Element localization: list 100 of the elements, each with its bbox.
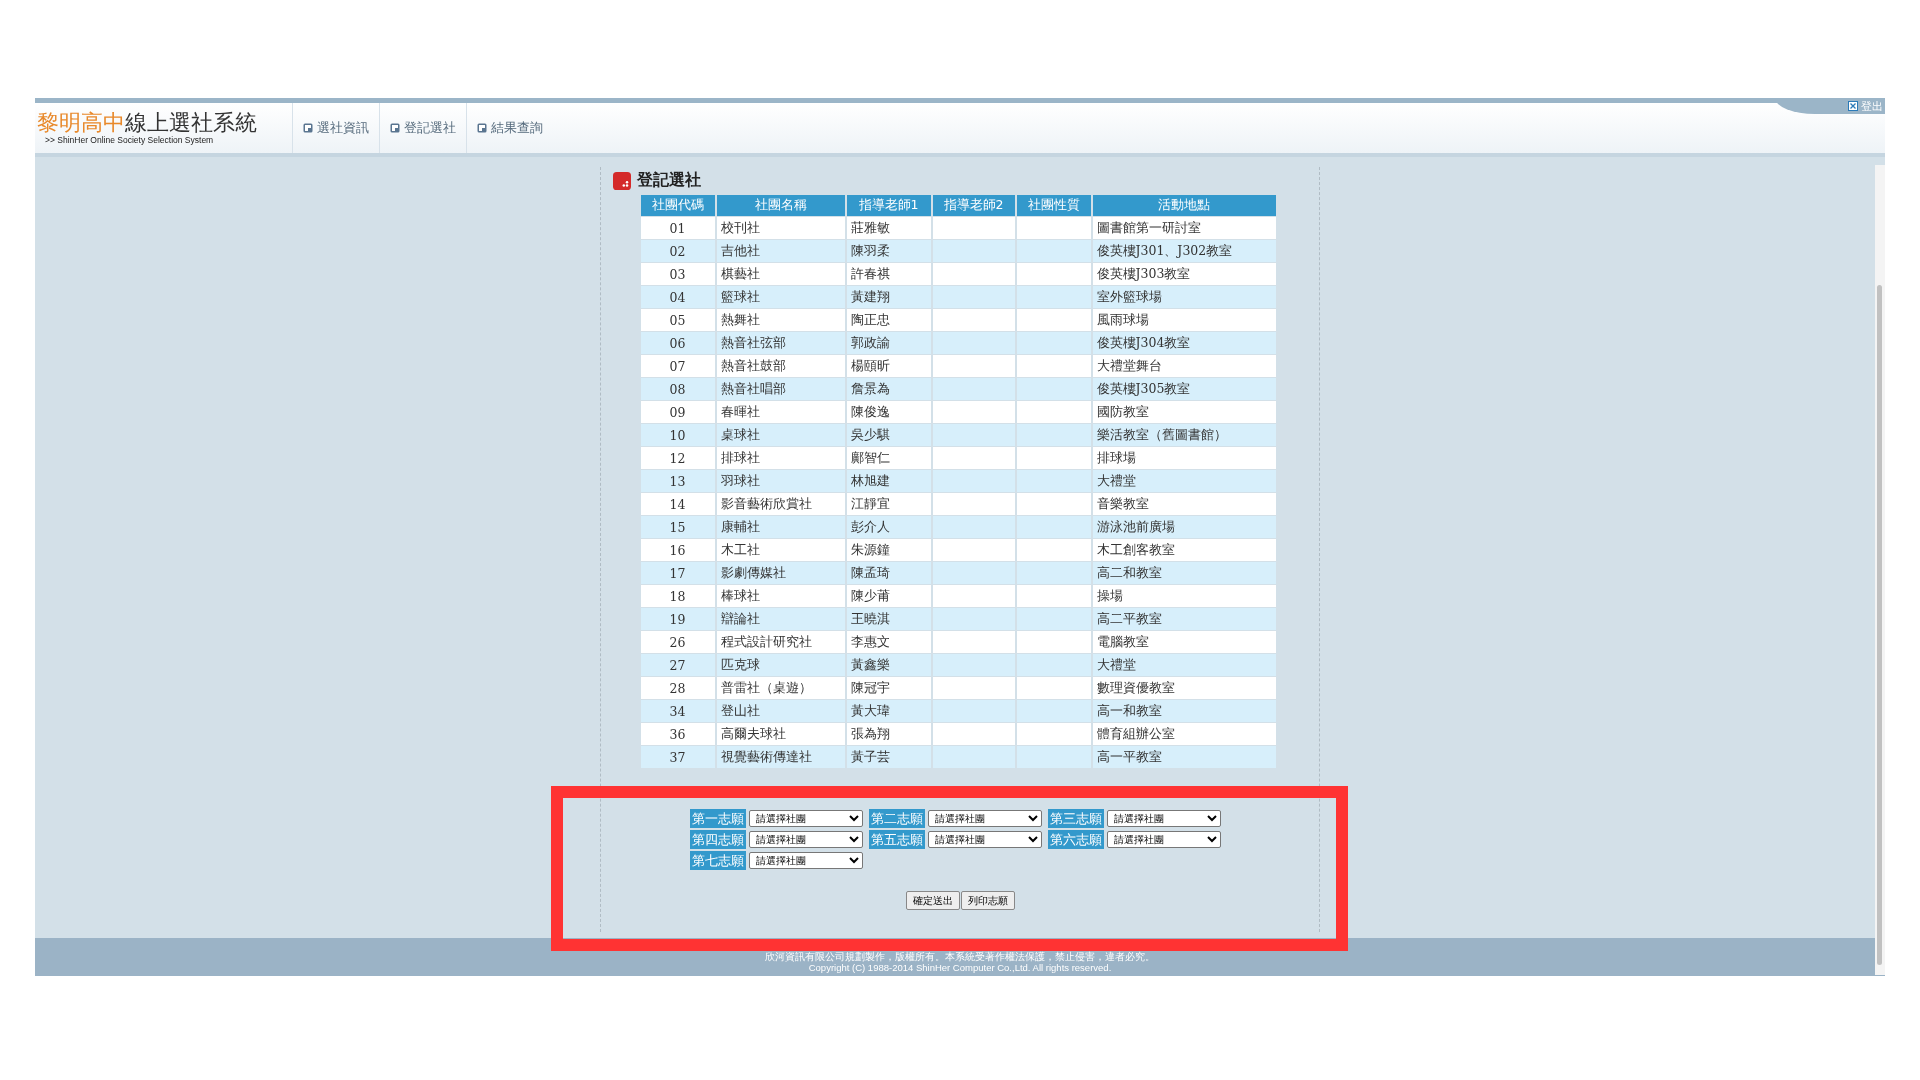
- table-cell: 大禮堂: [1092, 470, 1276, 492]
- footer-text: 欣河資訊有限公司規劃製作，版權所有。本系統受著作權法保護，禁止侵害，違者必究。: [765, 951, 1155, 962]
- table-cell: 10: [640, 424, 715, 446]
- table-cell: 王曉淇: [846, 608, 931, 630]
- site-subtitle: >> ShinHer Online Society Selection System: [45, 135, 215, 145]
- table-cell: 大禮堂: [1092, 654, 1276, 676]
- table-cell: 黃大瑋: [846, 700, 931, 722]
- table-cell: 高一平教室: [1092, 746, 1276, 768]
- preference-label: 第五志願: [868, 830, 925, 849]
- section-icon: [613, 171, 631, 190]
- table-cell: 黃建翔: [846, 286, 931, 308]
- table-cell: 19: [640, 608, 715, 630]
- table-cell: 張為翔: [846, 723, 931, 745]
- table-cell: 程式設計研究社: [716, 631, 845, 653]
- table-cell: 影音藝術欣賞社: [716, 493, 845, 515]
- table-cell: 吳少騏: [846, 424, 931, 446]
- table-cell: 江靜宜: [846, 493, 931, 515]
- form-button[interactable]: 確定送出: [905, 891, 960, 910]
- table-cell: 27: [640, 654, 715, 676]
- preference-label: 第六志願: [1047, 830, 1104, 849]
- club-select[interactable]: 請選擇社團: [1106, 831, 1221, 848]
- table-cell: 桌球社: [716, 424, 845, 446]
- table-cell: 陳俊逸: [846, 401, 931, 423]
- scrollbar-thumb[interactable]: [1877, 285, 1882, 965]
- page-icon: [303, 123, 313, 133]
- table-cell: 高二和教室: [1092, 562, 1276, 584]
- club-select[interactable]: 請選擇社團: [1106, 810, 1221, 827]
- table-cell: 高爾夫球社: [716, 723, 845, 745]
- table-cell: 36: [640, 723, 715, 745]
- table-cell: 熱舞社: [716, 309, 845, 331]
- table-cell: 辯論社: [716, 608, 845, 630]
- table-cell: 棋藝社: [716, 263, 845, 285]
- table-cell: 鄺智仁: [846, 447, 931, 469]
- club-select[interactable]: 請選擇社團: [748, 810, 863, 827]
- column-header: 社團代碼: [640, 195, 715, 216]
- scrollbar[interactable]: [1875, 165, 1885, 975]
- preference-label: 第四志願: [689, 830, 746, 849]
- table-cell: 許春祺: [846, 263, 931, 285]
- table-cell: 李惠文: [846, 631, 931, 653]
- table-cell: 棒球社: [716, 585, 845, 607]
- table-cell: 吉他社: [716, 240, 845, 262]
- table-cell: 26: [640, 631, 715, 653]
- table-cell: 影劇傳媒社: [716, 562, 845, 584]
- table-cell: 音樂教室: [1092, 493, 1276, 515]
- table-cell: 林旭建: [846, 470, 931, 492]
- table-cell: 陳羽柔: [846, 240, 931, 262]
- table-cell: 俊英樓J303教室: [1092, 263, 1276, 285]
- table-cell: 電腦教室: [1092, 631, 1276, 653]
- nav-link[interactable]: 登記選社: [379, 103, 466, 153]
- column-header: 活動地點: [1092, 195, 1276, 216]
- table-cell: 陳少莆: [846, 585, 931, 607]
- table-cell: 15: [640, 516, 715, 538]
- close-icon: [1848, 101, 1858, 111]
- table-cell: 莊雅敏: [846, 217, 931, 239]
- club-select[interactable]: 請選擇社團: [748, 852, 863, 869]
- form-button[interactable]: 列印志願: [960, 891, 1015, 910]
- table-cell: 16: [640, 539, 715, 561]
- table-cell: 排球社: [716, 447, 845, 469]
- table-cell: 木工創客教室: [1092, 539, 1276, 561]
- table-cell: 詹景為: [846, 378, 931, 400]
- column-header: 指導老師2: [932, 195, 1015, 216]
- page-icon: [390, 123, 400, 133]
- table-cell: 排球場: [1092, 447, 1276, 469]
- table-cell: 陳孟琦: [846, 562, 931, 584]
- table-cell: 37: [640, 746, 715, 768]
- club-select[interactable]: 請選擇社團: [927, 810, 1042, 827]
- table-cell: 高一和教室: [1092, 700, 1276, 722]
- table-cell: 俊英樓J305教室: [1092, 378, 1276, 400]
- site-title: 黎明高中線上選社系統: [37, 111, 258, 135]
- table-cell: 視覺藝術傳達社: [716, 746, 845, 768]
- table-cell: 陶正忠: [846, 309, 931, 331]
- table-cell: 02: [640, 240, 715, 262]
- table-cell: 俊英樓J301、J302教室: [1092, 240, 1276, 262]
- table-cell: 05: [640, 309, 715, 331]
- table-cell: 羽球社: [716, 470, 845, 492]
- table-cell: 登山社: [716, 700, 845, 722]
- column-header: 社團名稱: [716, 195, 845, 216]
- table-cell: 朱源鐘: [846, 539, 931, 561]
- table-cell: 07: [640, 355, 715, 377]
- table-cell: 34: [640, 700, 715, 722]
- table-cell: 06: [640, 332, 715, 354]
- table-cell: 普雷社（桌遊）: [716, 677, 845, 699]
- table-cell: 01: [640, 217, 715, 239]
- table-cell: 數理資優教室: [1092, 677, 1276, 699]
- table-cell: 13: [640, 470, 715, 492]
- table-cell: 09: [640, 401, 715, 423]
- nav-link[interactable]: 結果查詢: [466, 103, 553, 153]
- table-cell: 12: [640, 447, 715, 469]
- table-cell: 04: [640, 286, 715, 308]
- table-cell: 校刊社: [716, 217, 845, 239]
- footer-text: Copyright (C) 1988-2014 ShinHer Computer Co.,Ltd. All rights reserved.: [808, 962, 1112, 973]
- table-cell: 03: [640, 263, 715, 285]
- page-icon: [477, 123, 487, 133]
- club-select[interactable]: 請選擇社團: [748, 831, 863, 848]
- nav-link[interactable]: 選社資訊: [292, 103, 379, 153]
- table-cell: 08: [640, 378, 715, 400]
- table-cell: 體育組辦公室: [1092, 723, 1276, 745]
- table-cell: 游泳池前廣場: [1092, 516, 1276, 538]
- table-cell: 黃鑫樂: [846, 654, 931, 676]
- club-select[interactable]: 請選擇社團: [927, 831, 1042, 848]
